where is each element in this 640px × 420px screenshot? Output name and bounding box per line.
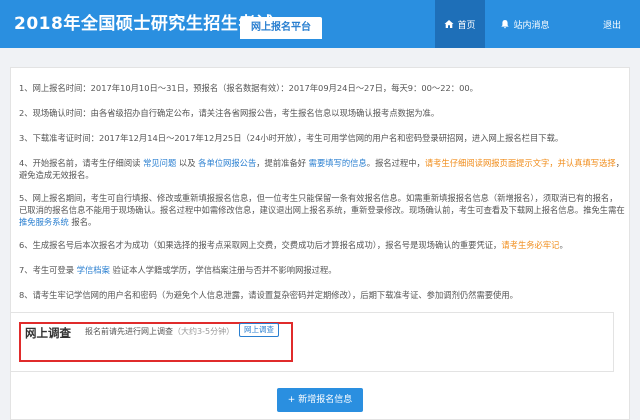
notice-item: 6、生成报名号后本次报名才为成功（如果选择的报考点采取网上交费，交费成功后才算报… — [19, 240, 568, 250]
platform-tab[interactable]: 网上报名平台 — [240, 17, 322, 39]
notice-item: 4、开始报名前，请考生仔细阅读 常见问题 以及 各单位网报公告，提前准备好 需要… — [19, 158, 625, 180]
nav-messages[interactable]: 站内消息 — [490, 0, 560, 48]
notice-highlight: 请考生仔细阅读网报页面提示文字，并认真填写选择 — [424, 158, 616, 168]
nav-messages-label: 站内消息 — [513, 20, 550, 31]
notice-highlight: 请考生务必牢记 — [501, 240, 560, 250]
header-bar: 2018年全国硕士研究生招生考试 网上报名平台 首页 站内消息 退出 — [0, 0, 640, 48]
notice-item: 2、现场确认时间：由各省级招办自行确定公布，请关注各省网报公告，考生报名信息以现… — [19, 108, 440, 118]
notice-item: 3、下载准考证时间：2017年12月14日～2017年12月25日（24小时开放… — [19, 133, 564, 143]
notice-item: 1、网上报名时间：2017年10月10日～31日，预报名（报名数据有效）：201… — [19, 83, 478, 93]
home-icon — [444, 20, 454, 28]
notice-item: 8、请考生牢记学信网的用户名和密码（为避免个人信息泄露，请设置复杂密码并定期修改… — [19, 290, 518, 300]
site-title: 2018年全国硕士研究生招生考试 — [14, 14, 274, 34]
nav-home[interactable]: 首页 — [435, 0, 485, 48]
add-registration-button[interactable]: + 新增报名信息 — [277, 388, 363, 412]
notice-list: 1、网上报名时间：2017年10月10日～31日，预报名（报名数据有效）：201… — [19, 82, 625, 314]
nav-home-label: 首页 — [457, 20, 476, 31]
survey-duration-hint: （大约3-5分钟） — [173, 327, 235, 336]
recommend-system-link[interactable]: 推免服务系统 — [19, 217, 69, 227]
notice-item: 5、网上报名期间，考生可自行填报、修改或重新填报报名信息，但一位考生只能保留一条… — [19, 193, 625, 227]
required-info-link[interactable]: 需要填写的信息 — [309, 158, 367, 168]
bell-icon — [501, 20, 510, 29]
survey-title: 网上调查 — [25, 326, 71, 340]
nav-logout-label: 退出 — [602, 20, 621, 31]
survey-box: 网上调查 报名前请先进行网上调查（大约3-5分钟） 网上调查 — [10, 312, 614, 372]
survey-description: 报名前请先进行网上调查（大约3-5分钟） — [85, 327, 235, 336]
faq-link[interactable]: 常见问题 — [143, 158, 176, 168]
survey-button[interactable]: 网上调查 — [239, 323, 279, 337]
nav-logout[interactable]: 退出 — [592, 0, 632, 48]
xuexin-archive-link[interactable]: 学信档案 — [77, 265, 110, 275]
unit-announcement-link[interactable]: 各单位网报公告 — [198, 158, 256, 168]
notice-item: 7、考生可登录 学信档案 验证本人学籍或学历，学信档案注册与否并不影响网报过程。 — [19, 265, 337, 275]
